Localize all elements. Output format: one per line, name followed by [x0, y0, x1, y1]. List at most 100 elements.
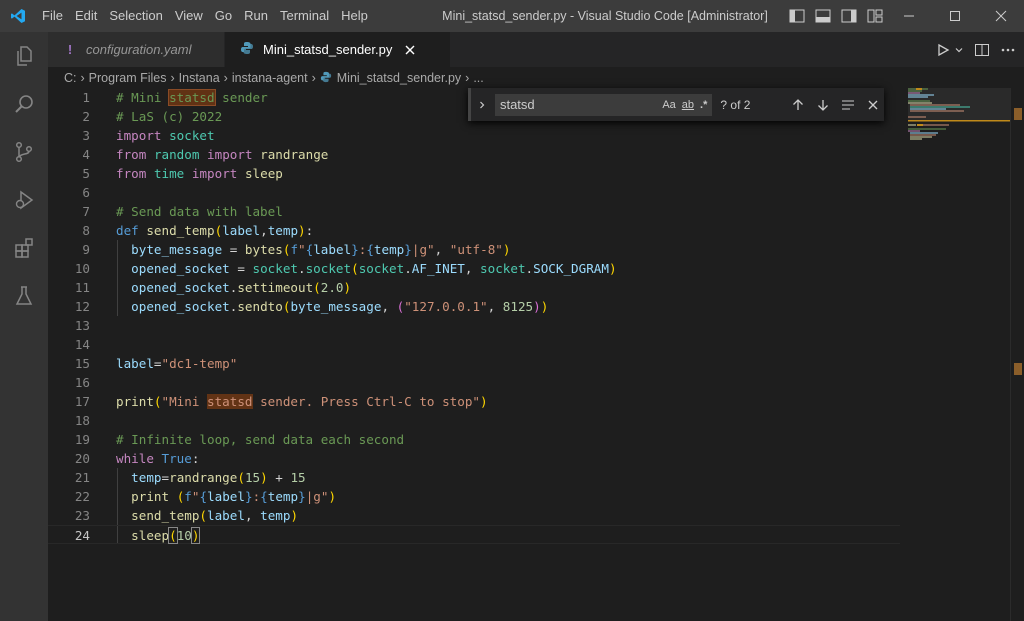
code-line[interactable]: 22 print (f"{label}:{temp}|g") — [48, 487, 900, 506]
code-line[interactable]: 8 def send_temp(label,temp): — [48, 221, 900, 240]
menu-item-file[interactable]: File — [36, 0, 69, 32]
code-token: temp — [267, 489, 299, 504]
code-line[interactable]: 18 — [48, 411, 900, 430]
toggle-replace-chevron-right-icon[interactable] — [473, 91, 491, 119]
tab-mini-statsd-sender[interactable]: Mini_statsd_sender.py — [225, 32, 450, 67]
code-token: # Mini — [116, 90, 170, 105]
breadcrumb-file[interactable]: Mini_statsd_sender.py — [337, 71, 461, 85]
chevron-right-icon: › — [223, 71, 228, 85]
code-text: temp=randrange(15) + 15 — [116, 468, 305, 487]
breadcrumb-instana-agent[interactable]: instana-agent — [232, 71, 308, 85]
code-token: ) — [479, 394, 488, 409]
match-whole-word-toggle[interactable]: ab — [682, 99, 694, 111]
code-token: { — [260, 489, 268, 504]
code-line[interactable]: 16 — [48, 373, 900, 392]
use-regex-toggle[interactable]: .* — [700, 99, 707, 111]
source-control-icon[interactable] — [0, 128, 48, 176]
code-line[interactable]: 6 — [48, 183, 900, 202]
layout-controls — [788, 0, 884, 32]
minimap[interactable] — [908, 88, 1010, 621]
code-line[interactable]: 5 from time import sleep — [48, 164, 900, 183]
search-icon[interactable] — [0, 80, 48, 128]
code-text: from random import randrange — [116, 145, 328, 164]
code-token: } — [298, 489, 306, 504]
code-line[interactable]: 21 temp=randrange(15) + 15 — [48, 468, 900, 487]
toggle-panel-icon[interactable] — [814, 8, 832, 24]
find-in-selection-icon[interactable] — [837, 94, 859, 116]
line-number: 16 — [74, 375, 90, 390]
minimize-icon[interactable] — [886, 0, 932, 32]
code-token: "Mini — [161, 394, 208, 409]
code-token: 2.0 — [320, 280, 344, 295]
breadcrumb-symbols[interactable]: ... — [473, 71, 483, 85]
code-line[interactable]: 19 # Infinite loop, send data each second — [48, 430, 900, 449]
code-text: # Send data with label — [116, 202, 283, 221]
menu-item-terminal[interactable]: Terminal — [274, 0, 335, 32]
code-editor[interactable]: 1 # Mini statsd sender 2 # LaS (c) 2022 3 imp… — [48, 88, 908, 621]
breadcrumb-instana[interactable]: Instana — [179, 71, 220, 85]
breadcrumb-drive[interactable]: C: — [64, 71, 77, 85]
close-tab-icon[interactable] — [402, 42, 418, 58]
toggle-secondary-sidebar-icon[interactable] — [840, 8, 858, 24]
menu-item-edit[interactable]: Edit — [69, 0, 103, 32]
tab-configuration-yaml[interactable]: ! configuration.yaml — [48, 32, 225, 67]
run-debug-icon[interactable] — [0, 176, 48, 224]
code-token: ) — [343, 280, 352, 295]
menu-item-go[interactable]: Go — [209, 0, 238, 32]
menu-item-view[interactable]: View — [169, 0, 209, 32]
split-editor-icon[interactable] — [974, 43, 990, 57]
code-line[interactable]: 17 print("Mini statsd sender. Press Ctrl-… — [48, 392, 900, 411]
close-window-icon[interactable] — [978, 0, 1024, 32]
code-text: def send_temp(label,temp): — [116, 221, 313, 240]
explorer-icon[interactable] — [0, 32, 48, 80]
code-line[interactable]: 24 sleep(10) — [48, 525, 900, 544]
code-line[interactable]: 14 — [48, 335, 900, 354]
maximize-icon[interactable] — [932, 0, 978, 32]
toggle-primary-sidebar-icon[interactable] — [788, 8, 806, 24]
match-case-toggle[interactable]: Aa — [662, 99, 675, 111]
more-actions-icon[interactable] — [1000, 47, 1016, 53]
code-line[interactable]: 13 — [48, 316, 900, 335]
code-token: SOCK_DGRAM — [533, 261, 609, 276]
next-match-arrow-down-icon[interactable] — [812, 94, 834, 116]
code-line[interactable]: 7 # Send data with label — [48, 202, 900, 221]
code-text: print (f"{label}:{temp}|g") — [116, 487, 336, 506]
code-token: |g" — [305, 489, 329, 504]
code-text: label="dc1-temp" — [116, 354, 237, 373]
code-line[interactable]: 23 send_temp(label, temp) — [48, 506, 900, 525]
find-input[interactable]: statsd Aa ab .* — [494, 93, 713, 116]
code-token: socket — [252, 261, 299, 276]
code-line[interactable]: 9 byte_message = bytes(f"{label}:{temp}|… — [48, 240, 900, 259]
code-line[interactable]: 3 import socket — [48, 126, 900, 145]
line-number: 3 — [82, 128, 90, 143]
previous-match-arrow-up-icon[interactable] — [787, 94, 809, 116]
find-query: statsd — [499, 97, 535, 112]
breadcrumb-program-files[interactable]: Program Files — [89, 71, 167, 85]
vscode-logo-icon[interactable] — [0, 0, 36, 32]
code-token: AF_INET — [411, 261, 465, 276]
code-line[interactable]: 15 label="dc1-temp" — [48, 354, 900, 373]
menu-item-selection[interactable]: Selection — [103, 0, 168, 32]
vertical-scrollbar[interactable] — [1010, 88, 1024, 621]
line-number: 18 — [74, 413, 90, 428]
line-number: 5 — [82, 166, 90, 181]
customize-layout-icon[interactable] — [866, 8, 884, 24]
code-line[interactable]: 20 while True: — [48, 449, 900, 468]
close-find-icon[interactable] — [862, 94, 884, 116]
extensions-icon[interactable] — [0, 224, 48, 272]
menu-item-help[interactable]: Help — [335, 0, 374, 32]
code-line[interactable]: 10 opened_socket = socket.socket(socket.… — [48, 259, 900, 278]
run-python-file-icon[interactable] — [936, 43, 950, 57]
code-token: 15 — [244, 470, 261, 485]
code-line[interactable]: 4 from random import randrange — [48, 145, 900, 164]
scroll-decoration — [1014, 108, 1022, 120]
code-token: from — [116, 147, 147, 162]
code-line[interactable]: 12 opened_socket.sendto(byte_message, ("… — [48, 297, 900, 316]
testing-flask-icon[interactable] — [0, 272, 48, 320]
match-count: ? of 2 — [720, 97, 751, 112]
run-dropdown-chevron-down-icon[interactable] — [954, 45, 964, 55]
menu-item-run[interactable]: Run — [238, 0, 274, 32]
code-line[interactable]: 11 opened_socket.settimeout(2.0) — [48, 278, 900, 297]
